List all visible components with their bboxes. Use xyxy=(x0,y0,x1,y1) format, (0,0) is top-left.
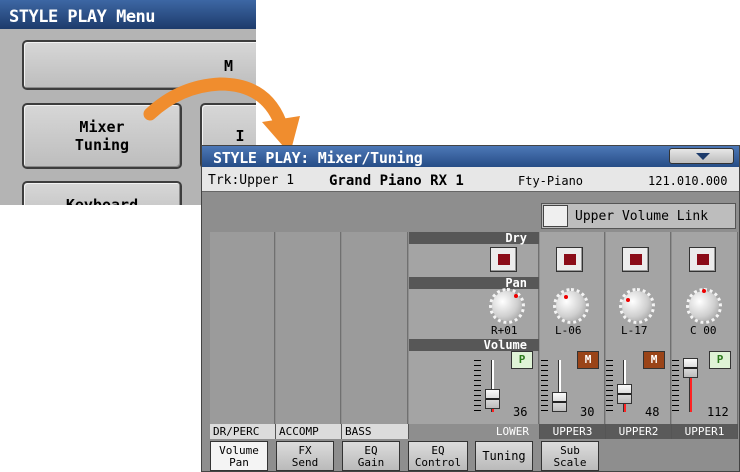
pan-knob-indicator xyxy=(564,295,568,299)
pan-value-upper2: L-17 xyxy=(621,324,648,337)
track-prefix: Trk:Upper 1 xyxy=(208,173,295,188)
fader-scale xyxy=(672,360,679,412)
volume-value-upper2: 48 xyxy=(645,405,660,419)
channel-name-upper1: UPPER1 xyxy=(672,424,738,439)
upper-volume-link-label: Upper Volume Link xyxy=(575,209,709,224)
tab-fx-send[interactable]: FX Send xyxy=(276,441,334,471)
volume-value-lower: 36 xyxy=(513,405,528,419)
fader-handle[interactable] xyxy=(485,389,500,410)
pan-header: Pan xyxy=(409,277,539,289)
pan-knob-indicator xyxy=(702,289,706,293)
track-info-bar: Trk:Upper 1 Grand Piano RX 1 Fty-Piano 1… xyxy=(202,167,739,192)
mute-button-upper2[interactable]: M xyxy=(643,351,665,369)
channel-name-accomp: ACCOMP xyxy=(276,424,342,439)
menu-title: STYLE PLAY Menu xyxy=(0,0,256,29)
dry-toggle-upper3[interactable] xyxy=(556,247,583,272)
page-tabs: Volume Pan FX Send EQ Gain EQ Control Tu… xyxy=(202,441,739,471)
pan-knob-indicator xyxy=(514,294,518,298)
pan-knob-upper2[interactable] xyxy=(619,288,655,324)
dry-toggle-lower[interactable] xyxy=(490,247,517,272)
tab-label-2: Scale xyxy=(553,456,587,469)
menu-button-top-label: M xyxy=(224,57,234,75)
tab-tuning[interactable]: Tuning xyxy=(475,441,533,471)
mute-button-upper3[interactable]: M xyxy=(577,351,599,369)
dry-on-icon xyxy=(564,254,576,265)
tab-label-1: Tuning xyxy=(482,449,526,463)
keyboard-button[interactable]: Keyboard xyxy=(22,181,182,205)
fader-scale xyxy=(606,360,613,412)
fader-handle[interactable] xyxy=(552,391,567,412)
pan-value-upper3: L-06 xyxy=(555,324,582,337)
program-number: 121.010.000 xyxy=(648,174,728,188)
fader-handle[interactable] xyxy=(617,384,632,405)
pan-knob-upper1[interactable] xyxy=(686,288,722,324)
pan-knob-upper3[interactable] xyxy=(553,288,589,324)
channel-name-drperc: DR/PERC xyxy=(210,424,276,439)
channel-name-upper2: UPPER2 xyxy=(606,424,672,439)
dry-on-icon xyxy=(630,254,642,265)
tab-label-2: Send xyxy=(291,456,319,469)
volume-value-upper1: 112 xyxy=(707,405,729,419)
channel-bass[interactable] xyxy=(342,232,408,434)
dry-toggle-upper2[interactable] xyxy=(622,247,649,272)
tab-label-2: Gain xyxy=(357,456,385,469)
play-button-lower[interactable]: P xyxy=(511,351,533,369)
dry-header: Dry xyxy=(409,232,539,244)
upper-volume-link-checkbox[interactable] xyxy=(543,205,568,227)
fader-scale xyxy=(541,360,548,412)
channel-name-bass: BASS xyxy=(342,424,409,439)
dry-toggle-upper1[interactable] xyxy=(689,247,716,272)
keyboard-button-label: Keyboard xyxy=(65,196,139,205)
channel-drperc[interactable] xyxy=(210,232,275,434)
pan-value-upper1: C 00 xyxy=(690,324,717,337)
fader-scale xyxy=(474,360,481,412)
volume-header: Volume xyxy=(409,339,539,351)
dry-on-icon xyxy=(697,254,709,265)
volume-value-upper3: 30 xyxy=(580,405,595,419)
window-title: STYLE PLAY: Mixer/Tuning xyxy=(202,146,739,167)
page-menu-button[interactable] xyxy=(669,148,734,164)
dry-on-icon xyxy=(498,254,510,265)
tab-volume-pan[interactable]: Volume Pan xyxy=(210,441,268,471)
tab-label-2: Pan xyxy=(229,456,249,469)
tab-sub-scale[interactable]: Sub Scale xyxy=(541,441,599,471)
play-button-upper1[interactable]: P xyxy=(709,351,731,369)
channel-name-lower: LOWER xyxy=(409,424,540,439)
mixer-tuning-window: STYLE PLAY: Mixer/Tuning Trk:Upper 1 Gra… xyxy=(201,145,740,472)
tab-eq-gain[interactable]: EQ Gain xyxy=(342,441,400,471)
sound-bank: Fty-Piano xyxy=(518,174,584,188)
channel-name-upper3: UPPER3 xyxy=(540,424,606,439)
tab-eq-control[interactable]: EQ Control xyxy=(408,441,468,471)
channel-accomp[interactable] xyxy=(276,232,341,434)
fader-level xyxy=(689,376,692,412)
tab-label-2: Control xyxy=(414,456,462,469)
sound-name[interactable]: Grand Piano RX 1 xyxy=(329,173,464,189)
pan-value-lower: R+01 xyxy=(491,324,518,337)
fader-handle[interactable] xyxy=(683,358,698,379)
pan-knob-indicator xyxy=(626,298,630,302)
